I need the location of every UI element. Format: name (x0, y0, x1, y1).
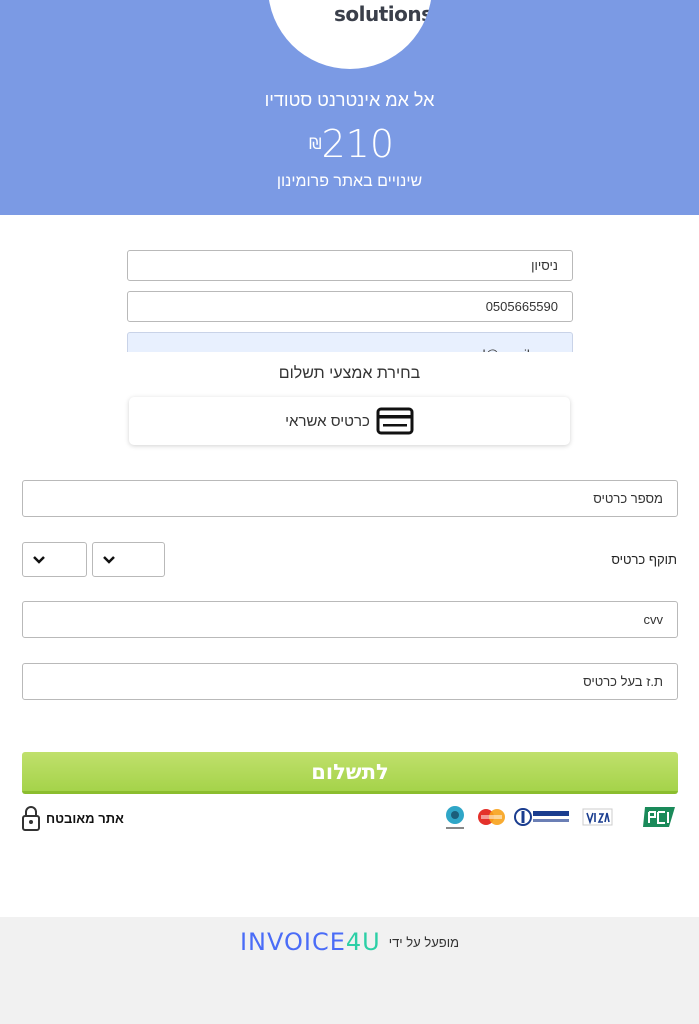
mastercard-icon (478, 809, 505, 825)
cvv-placeholder: cvv (643, 612, 664, 627)
powered-by-text: מופעל על ידי (388, 934, 460, 950)
chevron-down-icon (33, 556, 45, 564)
payment-method-label: כרטיס אשראי (285, 412, 370, 430)
lock-icon (22, 806, 40, 831)
card-number-placeholder: מספר כרטיס (593, 491, 663, 506)
logo-text: solutions (334, 2, 432, 26)
name-field[interactable]: ניסיון (127, 250, 573, 281)
payment-description: שינויים באתר פרומינון (276, 173, 423, 190)
isracard-icon (446, 806, 464, 829)
powered-by: INVOICE4U מופעל על ידי (0, 928, 699, 956)
expiry-month-select[interactable] (92, 542, 165, 577)
merchant-logo: solutions (268, 0, 432, 69)
cardholder-id-placeholder: ת.ז בעל כרטיס (583, 674, 663, 689)
brand-part1: INVOICE (239, 928, 346, 956)
invoice4u-logo[interactable]: INVOICE4U (240, 928, 381, 956)
name-value: ניסיון (531, 258, 558, 273)
chevron-down-icon (103, 556, 115, 564)
secure-site-badge: אתר מאובטח (22, 805, 124, 831)
payment-method-credit-card[interactable]: כרטיס אשראי (129, 397, 570, 445)
secure-site-label: אתר מאובטח (46, 810, 124, 826)
form-divider (0, 352, 699, 362)
payment-methods-title: בחירת אמצעי תשלום (278, 365, 421, 382)
amount-value: 210 (321, 122, 395, 166)
phone-value: 0505665590 (485, 299, 558, 314)
currency-symbol: ₪ (308, 134, 322, 153)
brand-part2: 4U (345, 928, 381, 956)
cvv-field[interactable]: cvv (22, 601, 678, 638)
merchant-name: אל אמ אינטרנט סטודיו (264, 90, 435, 110)
amount-display: ₪210 (0, 122, 699, 166)
phone-field[interactable]: 0505665590 (127, 291, 573, 322)
credit-card-icon (376, 407, 414, 435)
payment-header: solutions אל אמ אינטרנט סטודיו ₪210 שינו… (0, 0, 699, 215)
pay-button[interactable]: לתשלום (22, 752, 678, 794)
visa-icon (582, 808, 613, 826)
pci-icon (643, 807, 675, 827)
accepted-cards-logos (446, 806, 675, 829)
cardholder-id-field[interactable]: ת.ז בעל כרטיס (22, 663, 678, 700)
diners-club-icon (514, 808, 569, 826)
expiry-label: תוקף כרטיס (611, 552, 677, 567)
card-number-field[interactable]: מספר כרטיס (22, 480, 678, 517)
expiry-year-select[interactable] (22, 542, 87, 577)
